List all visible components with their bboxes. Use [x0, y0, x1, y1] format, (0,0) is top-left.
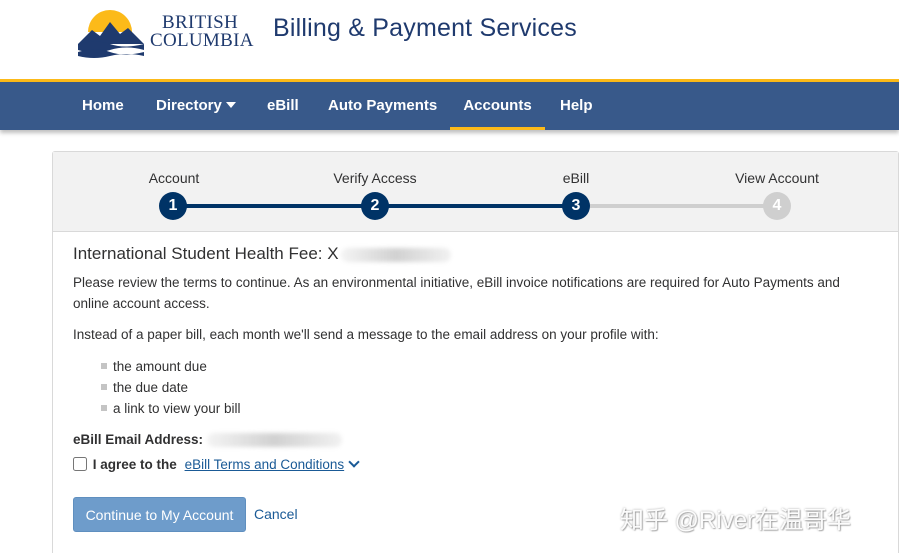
agree-row: I agree to the eBill Terms and Condition…: [73, 456, 360, 472]
app-title: Billing & Payment Services: [273, 14, 577, 42]
cancel-link[interactable]: Cancel: [254, 506, 298, 522]
caret-down-icon: [225, 102, 236, 109]
logo-text-columbia: COLUMBIA: [150, 30, 254, 51]
step-3-circle: 3: [562, 192, 590, 220]
nav-accounts[interactable]: Accounts: [450, 82, 545, 130]
nav-directory[interactable]: Directory: [156, 82, 236, 130]
bill-contents-list: the amount due the due date a link to vi…: [101, 356, 241, 419]
main-nav: Home Directory eBill Auto Payments Accou…: [0, 82, 899, 130]
continue-button[interactable]: Continue to My Account: [73, 497, 246, 532]
nav-auto-payments-label: Auto Payments: [328, 97, 438, 114]
fee-title: International Student Health Fee: X: [73, 244, 451, 264]
step-4-label: View Account: [735, 170, 819, 186]
fee-title-text: International Student Health Fee: X: [73, 244, 339, 263]
ebill-signup-card: Account Verify Access eBill View Account…: [52, 151, 899, 553]
email-row: eBill Email Address:: [73, 432, 343, 448]
nav-help[interactable]: Help: [560, 82, 593, 130]
watermark: 知乎 @River在温哥华: [620, 507, 852, 534]
terms-link[interactable]: eBill Terms and Conditions: [185, 457, 345, 472]
step-2-circle: 2: [361, 192, 389, 220]
agree-checkbox[interactable]: [73, 456, 87, 471]
step-1-label: Account: [148, 170, 200, 186]
nav-ebill[interactable]: eBill: [267, 82, 299, 130]
nav-accounts-label: Accounts: [463, 97, 532, 114]
step-1-circle: 1: [159, 192, 187, 220]
chevron-down-icon[interactable]: [348, 456, 360, 468]
step-3-label: eBill: [562, 170, 590, 186]
redacted-account-id: [340, 247, 451, 262]
email-label: eBill Email Address:: [73, 432, 204, 447]
redacted-email: [207, 433, 343, 448]
intro-text: Please review the terms to continue. As …: [73, 275, 840, 311]
nav-auto-payments[interactable]: Auto Payments: [328, 82, 437, 130]
step-4-circle: 4: [763, 192, 791, 220]
step-2-label: Verify Access: [333, 170, 417, 186]
nav-help-label: Help: [560, 97, 593, 114]
nav-home[interactable]: Home: [82, 82, 124, 130]
list-item: a link to view your bill: [101, 398, 241, 419]
nav-directory-label: Directory: [156, 97, 222, 114]
list-item: the due date: [101, 377, 241, 398]
paper-bill-text: Instead of a paper bill, each month we'l…: [73, 327, 659, 342]
site-header: BRITISH COLUMBIA Billing & Payment Servi…: [0, 0, 899, 80]
list-item: the amount due: [101, 356, 241, 377]
step-connector-3-4: [576, 204, 778, 208]
nav-home-label: Home: [82, 97, 124, 114]
bc-logo-icon[interactable]: [76, 6, 146, 58]
agree-label: I agree to the: [92, 457, 177, 472]
step-connector-2-3: [375, 204, 577, 208]
progress-stepper: Account Verify Access eBill View Account…: [53, 152, 898, 232]
nav-ebill-label: eBill: [267, 97, 299, 114]
step-connector-1-2: [174, 204, 376, 208]
